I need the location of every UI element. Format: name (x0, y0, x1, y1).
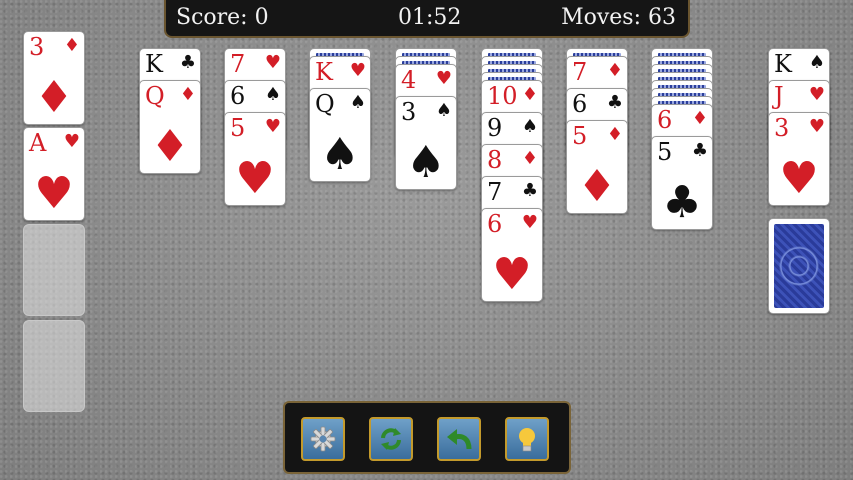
card-center-suit-icon: ♥ (34, 168, 74, 219)
card-suit-icon: ♠ (808, 52, 825, 73)
playing-card[interactable]: 5 ♣ ♣ (651, 136, 713, 230)
lightbulb-icon (519, 428, 535, 452)
undo-arrow-icon (447, 429, 472, 450)
card-rank: 6 (230, 82, 246, 110)
card-rank: 4 (401, 66, 417, 94)
card-suit-icon: ♥ (349, 60, 366, 81)
card-rank: Q (315, 90, 335, 118)
card-suit-icon: ♦ (63, 35, 80, 56)
playing-card[interactable]: Q ♦ ♦ (139, 80, 201, 174)
playing-card[interactable]: A ♥ ♥ (23, 127, 85, 221)
card-rank: K (774, 50, 792, 78)
refresh-icon (381, 428, 401, 450)
bottom-toolbar (283, 401, 571, 474)
card-suit-icon: ♥ (264, 116, 281, 137)
card-rank: 3 (29, 33, 45, 61)
card-suit-icon: ♦ (521, 84, 538, 105)
playing-card[interactable]: 3 ♦ ♦ (23, 31, 85, 125)
playing-card[interactable]: 6 ♥ ♥ (481, 208, 543, 302)
card-suit-icon: ♥ (63, 131, 80, 152)
timer-label: 01:52 (398, 5, 462, 30)
card-center-suit-icon: ♦ (150, 121, 190, 172)
card-rank: 10 (487, 82, 518, 110)
card-center-suit-icon: ♣ (662, 177, 702, 228)
card-rank: 6 (657, 106, 673, 134)
empty-foundation-slot[interactable] (23, 320, 85, 412)
card-center-suit-icon: ♥ (492, 249, 532, 300)
undo-button[interactable] (437, 417, 481, 461)
card-suit-icon: ♥ (808, 84, 825, 105)
card-back-pattern-icon (774, 224, 824, 308)
card-rank: 9 (487, 114, 503, 142)
card-suit-icon: ♦ (179, 84, 196, 105)
card-center-suit-icon: ♥ (235, 153, 275, 204)
card-suit-icon: ♠ (435, 100, 452, 121)
card-suit-icon: ♥ (435, 68, 452, 89)
card-rank: 3 (774, 114, 790, 142)
card-suit-icon: ♣ (606, 92, 623, 113)
card-suit-icon: ♠ (349, 92, 366, 113)
card-suit-icon: ♥ (264, 52, 281, 73)
card-rank: 7 (230, 50, 246, 78)
card-rank: 7 (572, 58, 588, 86)
card-rank: J (774, 82, 784, 110)
playing-card[interactable]: 3 ♥ ♥ (768, 112, 830, 206)
card-suit-icon: ♣ (179, 52, 196, 73)
card-rank: 5 (230, 114, 246, 142)
card-center-suit-icon: ♦ (34, 72, 74, 123)
card-rank: 5 (657, 138, 673, 166)
settings-button[interactable] (301, 417, 345, 461)
playing-card[interactable]: 5 ♦ ♦ (566, 120, 628, 214)
card-rank: 5 (572, 122, 588, 150)
card-rank: 7 (487, 178, 503, 206)
card-rank: 6 (487, 210, 503, 238)
card-rank: 3 (401, 98, 417, 126)
stock-pile[interactable] (768, 218, 830, 314)
hint-button[interactable] (505, 417, 549, 461)
card-center-suit-icon: ♦ (577, 161, 617, 212)
new-game-button[interactable] (369, 417, 413, 461)
gear-icon (310, 426, 336, 452)
card-center-suit-icon: ♥ (779, 153, 819, 204)
status-bar: Score: 0 01:52 Moves: 63 (164, 0, 690, 38)
card-suit-icon: ♦ (606, 124, 623, 145)
moves-counter: Moves: 63 (561, 5, 676, 30)
card-center-suit-icon: ♠ (320, 129, 360, 180)
card-suit-icon: ♣ (521, 180, 538, 201)
card-suit-icon: ♦ (521, 148, 538, 169)
card-center-suit-icon: ♠ (406, 137, 446, 188)
card-suit-icon: ♣ (691, 140, 708, 161)
card-rank: Q (145, 82, 165, 110)
card-suit-icon: ♥ (521, 212, 538, 233)
playing-card[interactable]: 5 ♥ ♥ (224, 112, 286, 206)
card-rank: 6 (572, 90, 588, 118)
card-suit-icon: ♦ (691, 108, 708, 129)
card-suit-icon: ♦ (606, 60, 623, 81)
card-rank: K (145, 50, 163, 78)
card-rank: 8 (487, 146, 503, 174)
card-suit-icon: ♠ (521, 116, 538, 137)
card-suit-icon: ♠ (264, 84, 281, 105)
empty-foundation-slot[interactable] (23, 224, 85, 316)
card-suit-icon: ♥ (808, 116, 825, 137)
playing-card[interactable]: Q ♠ ♠ (309, 88, 371, 182)
card-rank: K (315, 58, 333, 86)
card-rank: A (29, 129, 47, 157)
score-label: Score: 0 (176, 5, 269, 30)
playing-card[interactable]: 3 ♠ ♠ (395, 96, 457, 190)
